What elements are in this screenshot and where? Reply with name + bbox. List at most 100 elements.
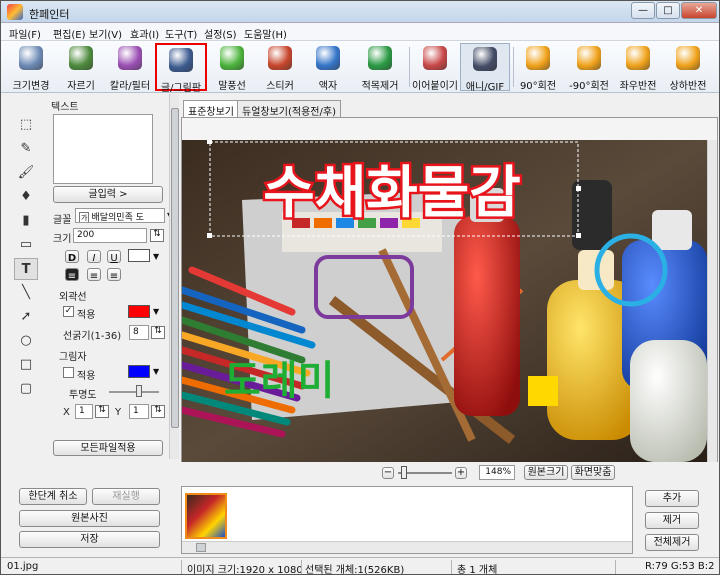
selection-handle[interactable] xyxy=(576,233,581,238)
chevron-down-icon[interactable]: ▼ xyxy=(153,252,159,261)
shadow-color-swatch[interactable] xyxy=(128,365,150,378)
toolbar: 크기변경 자르기 칼라/필터 글/그림판 말풍선 스티커 액자 적목제거 이어붙… xyxy=(1,41,719,94)
shadow-x-stepper[interactable]: ⇅ xyxy=(95,405,109,418)
apply-all-files-button[interactable]: 모든파일적용 xyxy=(53,440,163,456)
redo-button[interactable]: 재실행 xyxy=(92,488,160,505)
align-left-button[interactable]: ≡ xyxy=(65,268,79,282)
tool-red-eye[interactable]: 적목제거 xyxy=(355,43,405,92)
tool-sticker[interactable]: 스티커 xyxy=(259,43,301,92)
zoom-in-button[interactable]: + xyxy=(455,467,467,479)
canvas-sub-text[interactable]: 도레미 xyxy=(224,358,334,404)
text-input-area[interactable] xyxy=(53,114,153,184)
tool-rotate-cw[interactable]: 90°회전 xyxy=(515,43,561,92)
tool-text-board[interactable]: 글/그림판 xyxy=(155,43,207,94)
pencil-icon[interactable]: ✎ xyxy=(14,138,38,160)
undo-button[interactable]: 한단계 취소 xyxy=(19,488,87,505)
rounded-rect-icon[interactable]: ▢ xyxy=(14,378,38,400)
rotate-cw-icon xyxy=(526,46,550,70)
canvas-scrollbar[interactable] xyxy=(707,140,717,462)
line-icon[interactable]: ╲ xyxy=(14,282,38,304)
italic-button[interactable]: I xyxy=(87,250,101,264)
text-tool-icon[interactable]: T xyxy=(14,258,38,280)
merge-icon xyxy=(423,46,447,70)
font-label: 글꼴 xyxy=(53,215,72,226)
remove-button[interactable]: 제거 xyxy=(645,512,699,529)
menu-file[interactable]: 파일(F) xyxy=(9,26,41,41)
thumbnail-scrollbar-thumb[interactable] xyxy=(196,543,206,552)
select-rect-icon[interactable]: ⬚ xyxy=(14,114,38,136)
tab-dual-view[interactable]: 듀얼창보기(적용전/후) xyxy=(237,100,341,118)
align-center-button[interactable]: ≡ xyxy=(87,268,101,282)
zoom-slider-thumb[interactable] xyxy=(401,466,407,479)
fit-original-button[interactable]: 원본크기 xyxy=(524,465,568,480)
status-total: 총 1 개체 xyxy=(457,565,498,575)
menu-help[interactable]: 도움말(H) xyxy=(244,26,287,41)
tool-resize[interactable]: 크기변경 xyxy=(9,43,53,92)
tool-rotate-ccw[interactable]: -90°회전 xyxy=(565,43,613,92)
selection-handle[interactable] xyxy=(576,186,581,191)
outline-color-swatch[interactable] xyxy=(128,305,150,318)
menu-effects[interactable]: 효과(I) xyxy=(130,26,159,41)
size-stepper[interactable]: ⇅ xyxy=(150,229,164,242)
tool-gif[interactable]: 애니/GIF xyxy=(460,43,510,93)
tool-crop[interactable]: 자르기 xyxy=(59,43,103,92)
selection-handle[interactable] xyxy=(207,233,212,238)
add-button[interactable]: 추가 xyxy=(645,490,699,507)
toolbar-separator xyxy=(513,47,514,87)
tool-merge[interactable]: 이어붙이기 xyxy=(412,43,458,92)
bold-button[interactable]: D xyxy=(65,250,79,264)
shadow-y-input[interactable]: 1 xyxy=(129,404,149,419)
selection-handle[interactable] xyxy=(207,140,212,144)
maximize-button[interactable]: □ xyxy=(656,2,680,19)
thickness-stepper[interactable]: ⇅ xyxy=(151,326,165,339)
menu-tools[interactable]: 도구(T) xyxy=(165,26,197,41)
brush-icon[interactable]: 🖌 xyxy=(14,162,38,184)
text-input-button[interactable]: 글입력 > xyxy=(53,186,163,203)
panel-scrollbar-thumb[interactable] xyxy=(171,108,179,428)
original-photo-button[interactable]: 원본사진 xyxy=(19,510,160,527)
menu-view[interactable]: 보기(V) xyxy=(89,26,122,41)
close-button[interactable]: ✕ xyxy=(681,2,717,19)
menu-edit[interactable]: 편집(E) xyxy=(53,26,86,41)
clipboard-icon[interactable]: ▮ xyxy=(14,210,38,232)
underline-button[interactable]: U xyxy=(107,250,121,264)
thickness-input[interactable]: 8 xyxy=(129,325,149,340)
fill-bucket-icon[interactable]: ♦ xyxy=(14,186,38,208)
size-input[interactable]: 200 xyxy=(73,228,147,243)
tool-flip-vertical[interactable]: 상하반전 xyxy=(665,43,711,92)
text-color-swatch[interactable] xyxy=(128,249,150,262)
thumbnail-01[interactable] xyxy=(185,493,227,539)
eraser-icon[interactable]: ▭ xyxy=(14,234,38,256)
thumbnail-scrollbar[interactable] xyxy=(182,541,632,553)
zoom-out-button[interactable]: − xyxy=(382,467,394,479)
font-select[interactable]: 가 배달의민족 도 xyxy=(75,208,165,223)
zoom-value[interactable]: 148% xyxy=(479,465,515,480)
chevron-down-icon[interactable]: ▼ xyxy=(153,367,159,376)
tool-flip-horizontal[interactable]: 좌우반전 xyxy=(615,43,661,92)
arrow-icon[interactable]: ➚ xyxy=(14,306,38,328)
fit-screen-button[interactable]: 화면맞춤 xyxy=(571,465,615,480)
circle-icon[interactable]: ○ xyxy=(14,330,38,352)
outline-apply-checkbox[interactable]: ✓ xyxy=(63,306,74,317)
save-button[interactable]: 저장 xyxy=(19,531,160,548)
canvas-title-text[interactable]: 수채화물감 xyxy=(261,159,524,229)
minimize-button[interactable]: — xyxy=(631,2,655,19)
opacity-slider-track[interactable] xyxy=(109,391,159,393)
yellow-square-shape[interactable] xyxy=(528,376,558,406)
tool-frame[interactable]: 액자 xyxy=(307,43,349,92)
align-right-button[interactable]: ≡ xyxy=(107,268,121,282)
canvas-area: 수채화물감 도레미 xyxy=(181,117,718,462)
shadow-apply-checkbox[interactable] xyxy=(63,367,74,378)
tool-speech-bubble[interactable]: 말풍선 xyxy=(211,43,253,92)
menu-settings[interactable]: 설정(S) xyxy=(204,26,237,41)
shadow-x-input[interactable]: 1 xyxy=(75,404,93,419)
tool-color-filter[interactable]: 칼라/필터 xyxy=(107,43,153,92)
panel-scrollbar[interactable] xyxy=(169,94,179,459)
opacity-slider-thumb[interactable] xyxy=(136,385,142,397)
remove-all-button[interactable]: 전체제거 xyxy=(645,534,699,551)
chevron-down-icon[interactable]: ▼ xyxy=(153,307,159,316)
image-canvas[interactable]: 수채화물감 도레미 xyxy=(182,140,707,462)
shadow-y-stepper[interactable]: ⇅ xyxy=(151,405,165,418)
status-separator xyxy=(181,560,182,574)
rectangle-icon[interactable]: □ xyxy=(14,354,38,376)
